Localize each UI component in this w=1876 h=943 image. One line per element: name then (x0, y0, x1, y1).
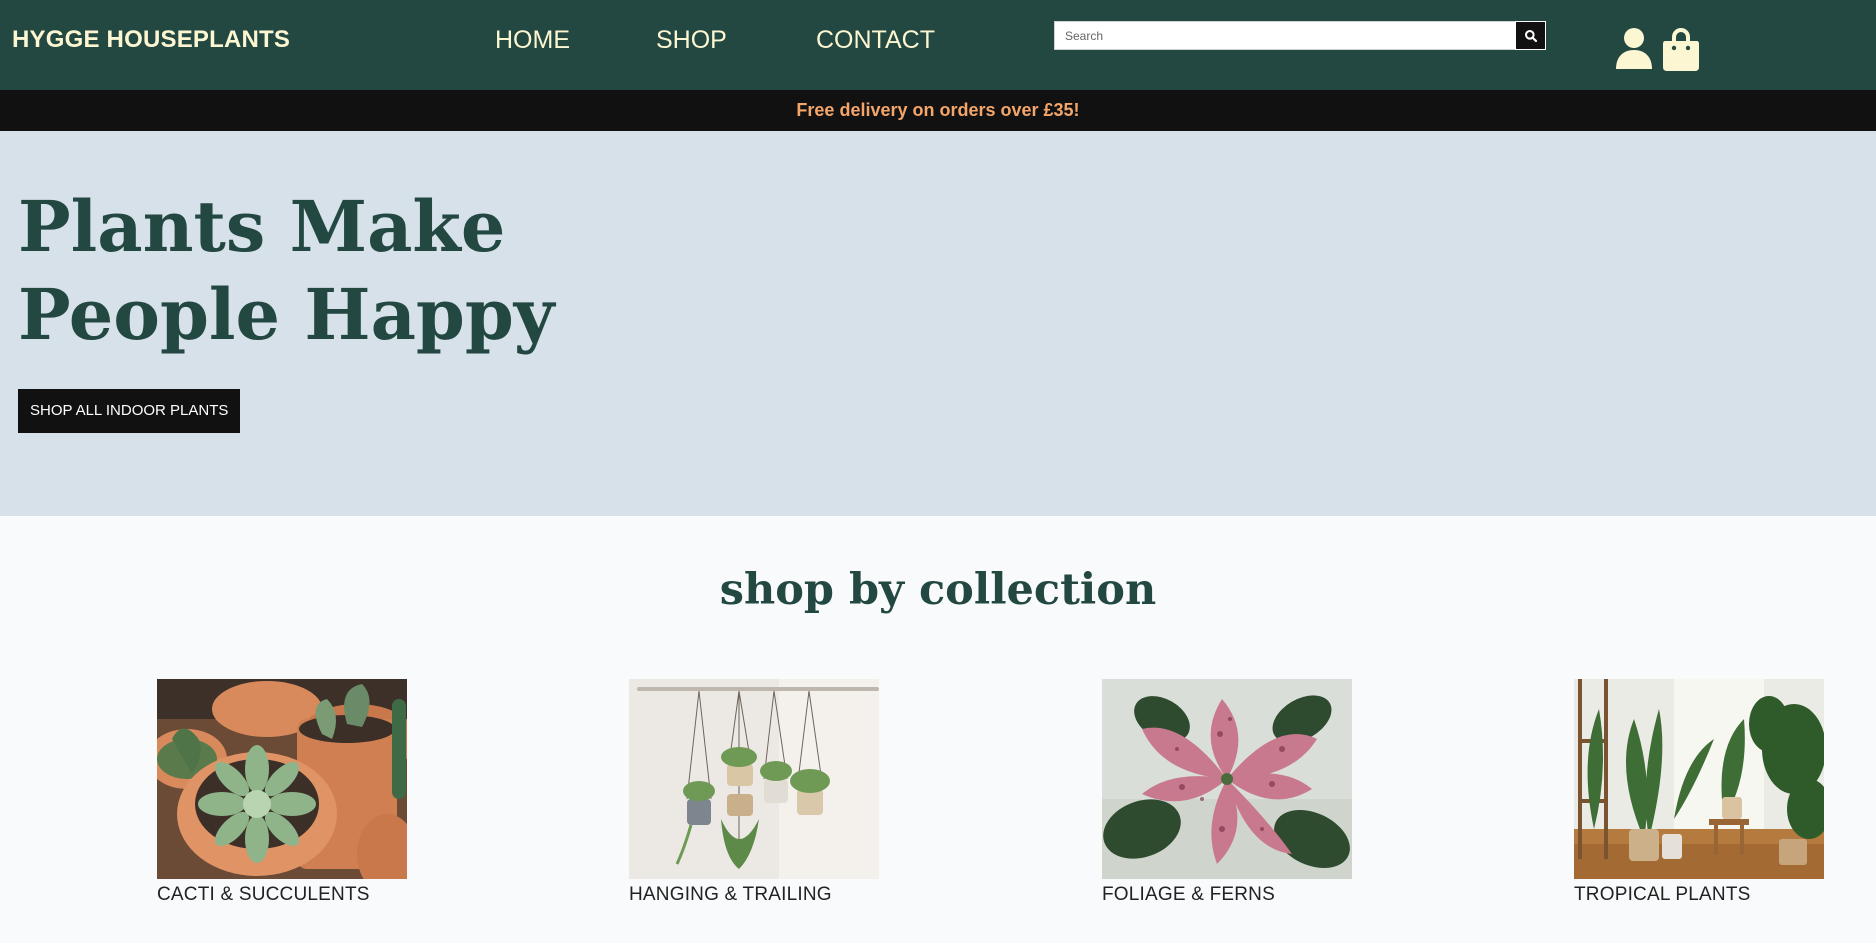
collection-card-foliage[interactable]: FOLIAGE & FERNS (1102, 679, 1352, 906)
search-bar (1054, 21, 1546, 50)
collection-label: FOLIAGE & FERNS (1102, 884, 1275, 905)
collection-label: TROPICAL PLANTS (1574, 884, 1751, 905)
site-header: HYGGE HOUSEPLANTS HOME SHOP CONTACT (0, 0, 1876, 90)
tropical-plants-image (1574, 679, 1824, 879)
collection-label: CACTI & SUCCULENTS (157, 884, 370, 905)
search-input[interactable] (1055, 22, 1517, 49)
shopping-bag-icon[interactable] (1662, 27, 1700, 71)
nav-contact-link[interactable]: CONTACT (816, 26, 935, 55)
hero-banner: Plants Make People Happy SHOP ALL INDOOR… (0, 131, 1876, 516)
nav-home-link[interactable]: HOME (495, 26, 570, 55)
collection-card-hanging[interactable]: HANGING & TRAILING (629, 679, 879, 906)
hanging-trailing-image (629, 679, 879, 879)
nav-shop-link[interactable]: SHOP (656, 26, 727, 55)
collection-label: HANGING & TRAILING (629, 884, 832, 905)
brand-logo[interactable]: HYGGE HOUSEPLANTS (12, 26, 290, 54)
collection-card-tropical[interactable]: TROPICAL PLANTS (1574, 679, 1824, 906)
search-icon (1524, 29, 1537, 42)
collection-card-cacti[interactable]: CACTI & SUCCULENTS (157, 679, 407, 906)
collections-heading: shop by collection (719, 565, 1157, 615)
user-icon[interactable] (1615, 27, 1653, 69)
promo-bar: Free delivery on orders over £35! (0, 90, 1876, 131)
foliage-ferns-image (1102, 679, 1352, 879)
hero-title: Plants Make People Happy (18, 185, 555, 356)
search-button[interactable] (1515, 21, 1546, 50)
promo-text: Free delivery on orders over £35! (796, 100, 1080, 120)
shop-all-button[interactable]: SHOP ALL INDOOR PLANTS (18, 389, 241, 433)
cacti-succulents-image (157, 679, 407, 879)
